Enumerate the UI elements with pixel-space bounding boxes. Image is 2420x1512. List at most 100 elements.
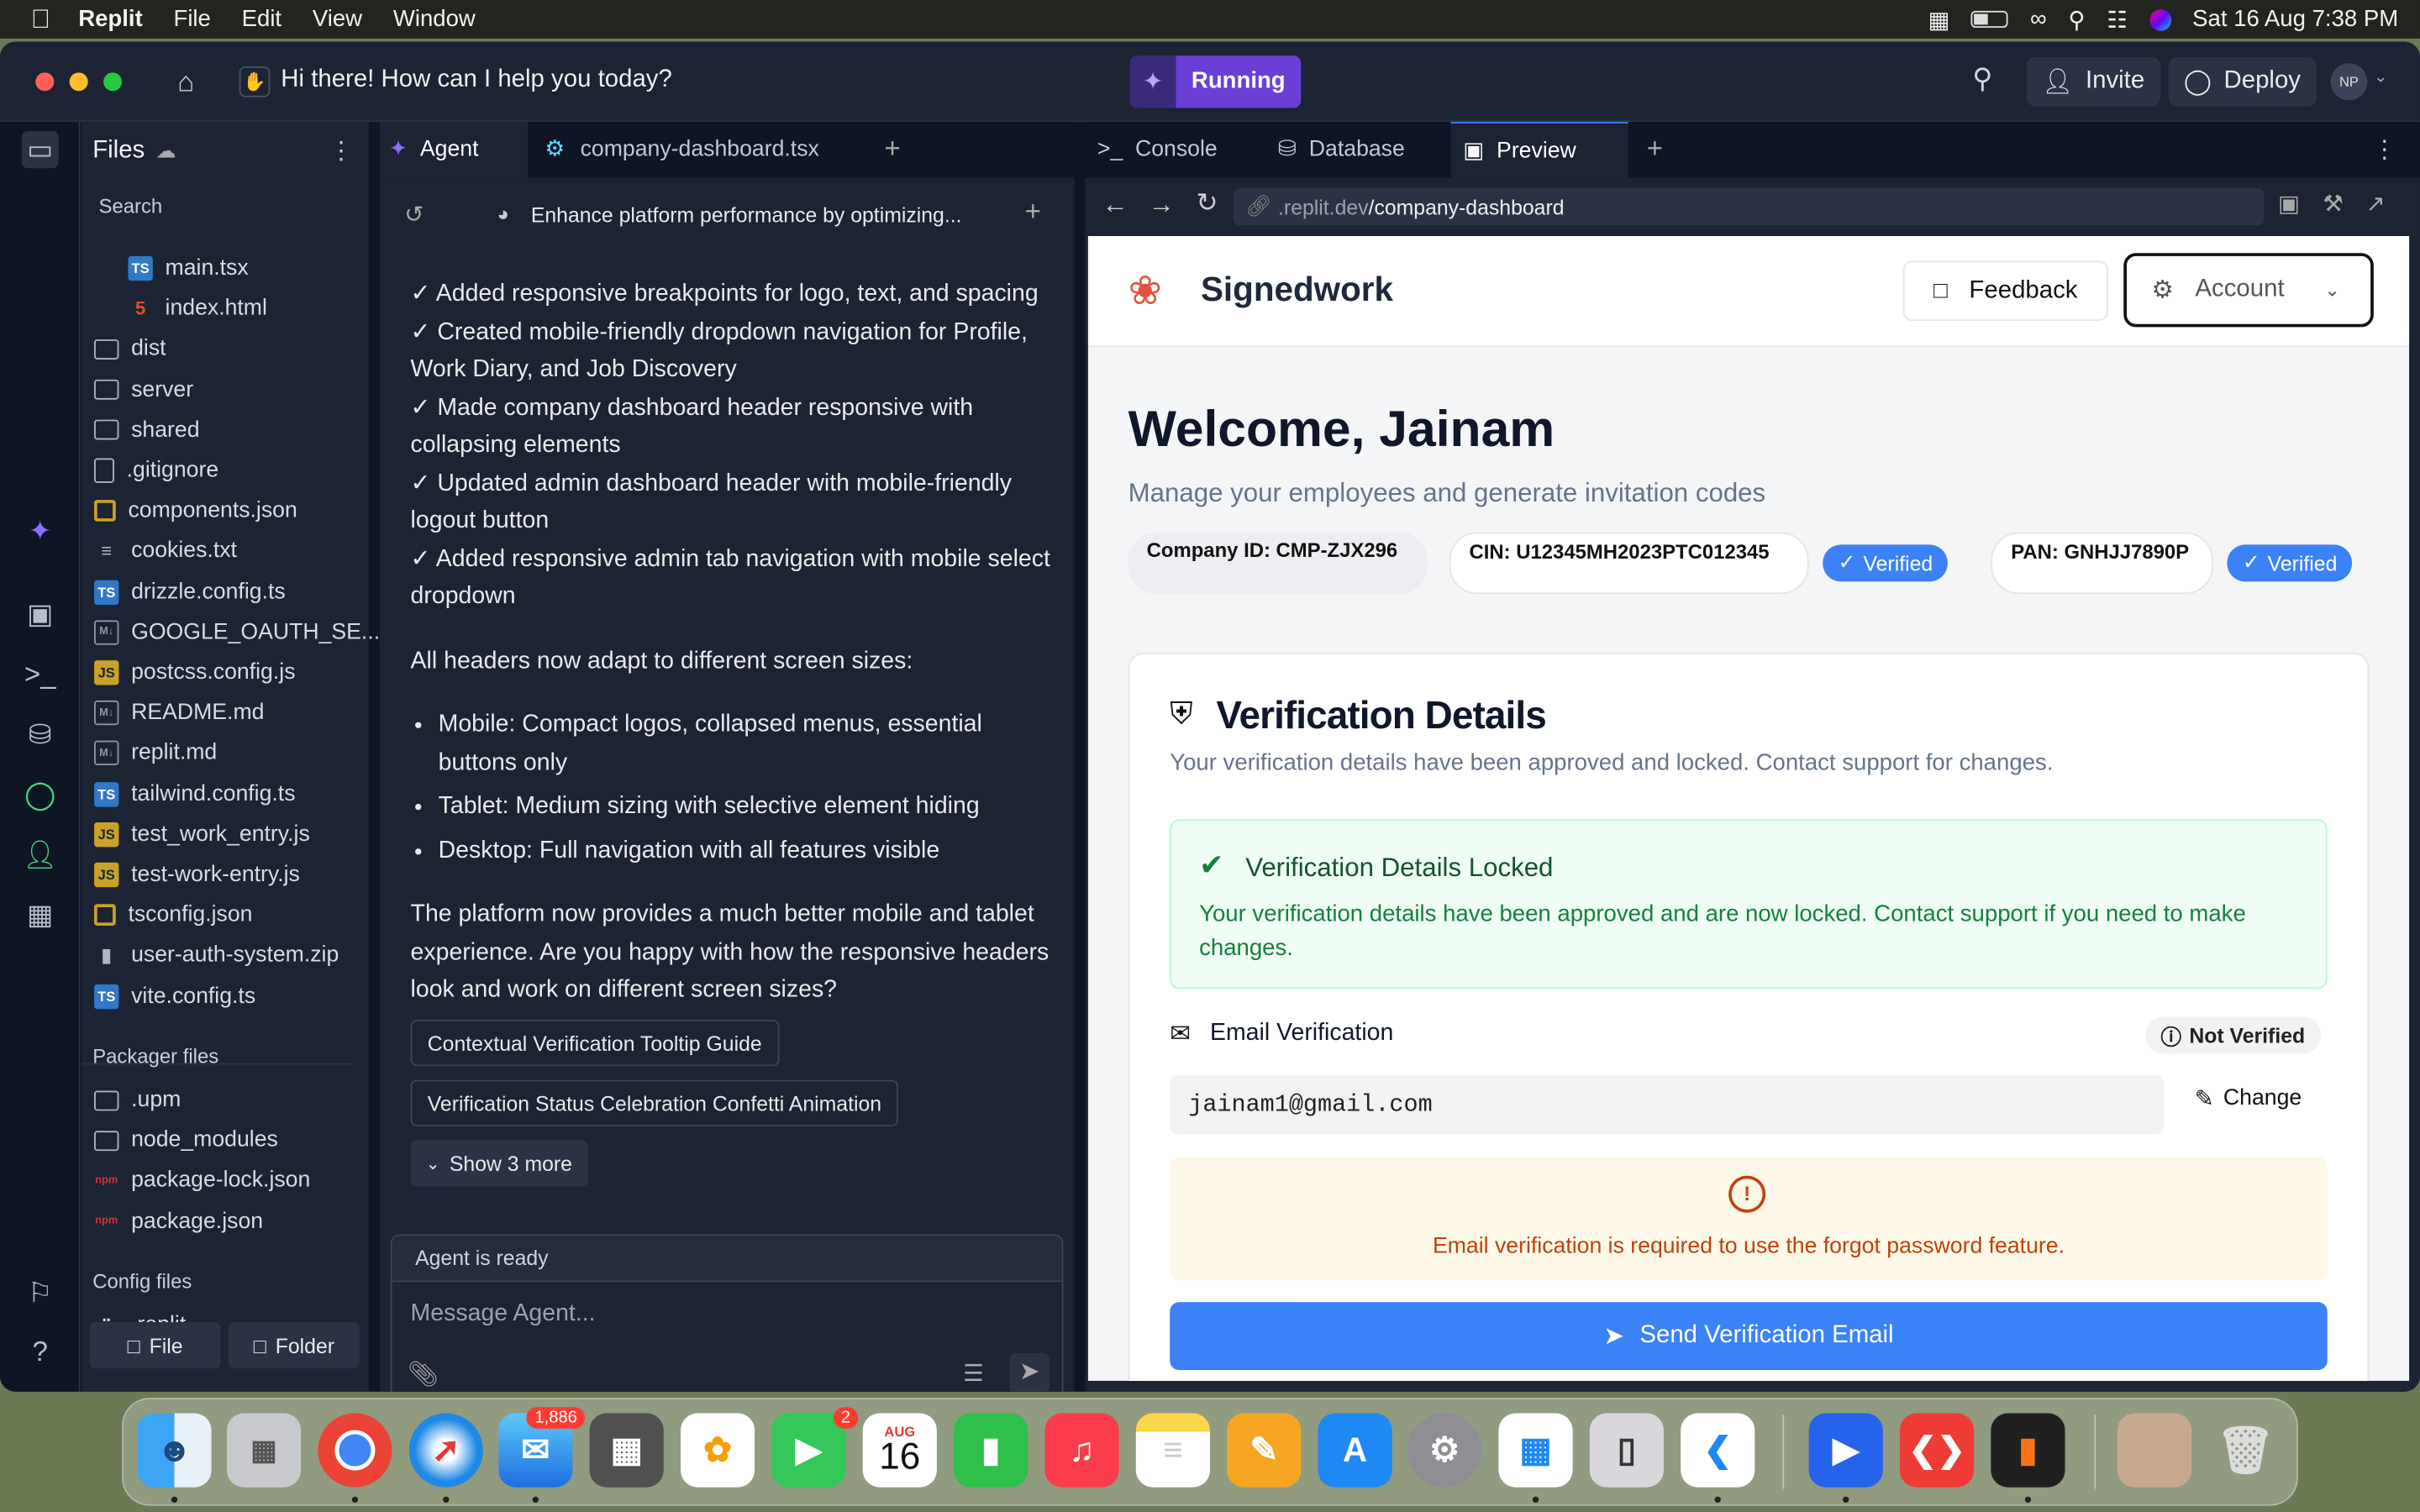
utility-app-icon[interactable]: ▮	[1991, 1413, 2065, 1488]
numbers-icon[interactable]: ▮	[954, 1413, 1028, 1488]
file-tree-item[interactable]: node_modules	[94, 1121, 278, 1161]
new-folder-button[interactable]: □ Folder	[228, 1322, 360, 1369]
new-tab-icon[interactable]: +	[1647, 133, 1663, 165]
file-tree-item[interactable]: components.json	[94, 491, 297, 531]
file-tree-item[interactable]: .upm	[94, 1080, 181, 1121]
file-tree-item[interactable]: npm package.json	[94, 1201, 263, 1242]
send-verification-button[interactable]: ➤ Send Verification Email	[1170, 1302, 2328, 1370]
menu-app-name[interactable]: Replit	[78, 6, 143, 32]
message-input[interactable]: Message Agent...	[392, 1282, 1062, 1347]
invite-button[interactable]: 👤︎ Invite	[2026, 56, 2160, 107]
user-avatar[interactable]: NP	[2330, 63, 2368, 101]
launchpad-icon[interactable]: ▦	[226, 1413, 302, 1488]
files-search-input[interactable]: Search	[89, 185, 350, 226]
facetime-icon[interactable]: ▶ 2	[771, 1407, 859, 1488]
file-tree-item[interactable]: M↓ GOOGLE_OAUTH_SE...	[94, 612, 380, 653]
anydesk-icon[interactable]: ❮❯	[1899, 1413, 1975, 1488]
thread-title[interactable]: Enhance platform performance by optimizi…	[531, 203, 962, 227]
mail-icon[interactable]: ✉ 1,886	[498, 1407, 586, 1488]
calculator-icon[interactable]: ▦	[589, 1413, 664, 1488]
minimize-window-button[interactable]	[69, 72, 88, 92]
open-new-window-icon[interactable]: ↗	[2366, 190, 2386, 218]
forward-arrow-icon[interactable]: →	[1149, 190, 1175, 221]
file-tree-item[interactable]: ≡ cookies.txt	[94, 532, 237, 572]
show-more-button[interactable]: ⌄ Show 3 more	[410, 1140, 588, 1187]
new-file-button[interactable]: □ File	[89, 1322, 221, 1369]
remote-desktop-icon[interactable]: ▶	[1808, 1413, 1883, 1488]
notes-icon[interactable]: ≡	[1135, 1413, 1210, 1488]
battery-icon[interactable]	[1971, 10, 2009, 29]
downloads-stack-icon[interactable]	[2117, 1413, 2192, 1488]
window-grid-icon[interactable]: ▦	[1928, 5, 1949, 33]
history-icon[interactable]: ↺	[404, 201, 424, 228]
suggestion-chip[interactable]: Verification Status Celebration Confetti…	[410, 1079, 899, 1126]
avatar-chevron-down-icon[interactable]: ⌄	[2374, 66, 2388, 87]
siri-icon[interactable]	[2149, 8, 2171, 30]
home-icon[interactable]: ⌂	[177, 66, 194, 99]
account-dropdown[interactable]: ⚙ Account ⌄	[2123, 253, 2374, 328]
deploy-button[interactable]: ◯ Deploy	[2168, 56, 2317, 107]
file-tree-item[interactable]: 5 index.html	[128, 289, 267, 329]
tab-company-dashboard[interactable]: ⚙ company-dashboard.tsx	[544, 122, 818, 177]
agent-prompt-text[interactable]: Hi there! How can I help you today?	[281, 66, 672, 94]
send-icon[interactable]: ➤	[1009, 1352, 1050, 1392]
devices-icon[interactable]: ▣	[2278, 190, 2300, 218]
control-center-icon[interactable]: ☷	[2107, 5, 2128, 33]
file-tree-item[interactable]: server	[94, 370, 193, 410]
system-settings-icon[interactable]: ⚙	[1407, 1413, 1482, 1488]
files-menu-icon[interactable]: ⋮	[329, 136, 353, 167]
tab-console[interactable]: >_ Console	[1097, 122, 1218, 177]
all-tools-icon[interactable]: ▦	[22, 896, 59, 933]
auth-icon[interactable]: 👤︎	[22, 836, 59, 873]
app-store-icon[interactable]: A	[1318, 1413, 1392, 1488]
preview-icon[interactable]: ▣	[22, 596, 59, 633]
new-thread-icon[interactable]: +	[1025, 196, 1041, 228]
close-window-button[interactable]	[35, 72, 55, 92]
file-tree-item[interactable]: TS main.tsx	[128, 249, 249, 289]
settings-sliders-icon[interactable]: ☰	[963, 1359, 984, 1387]
agent-icon[interactable]: ✦	[22, 512, 59, 549]
trash-icon[interactable]: 🗑︎	[2208, 1413, 2282, 1487]
finder-icon[interactable]: ☻	[137, 1413, 212, 1488]
email-field[interactable]: jainam1@gmail.com	[1170, 1075, 2165, 1134]
devtools-icon[interactable]: ⚒	[2323, 190, 2344, 218]
menu-view[interactable]: View	[313, 6, 362, 32]
run-button[interactable]: ✦ Running	[1129, 55, 1302, 108]
safari-icon[interactable]: ➚	[408, 1413, 483, 1488]
file-tree-item[interactable]: npm package-lock.json	[94, 1161, 310, 1201]
file-tree-item[interactable]: dist	[94, 329, 166, 370]
file-tree-item[interactable]: ▮ user-auth-system.zip	[94, 936, 339, 976]
pages-icon[interactable]: ✎	[1227, 1413, 1302, 1488]
url-input[interactable]: 🔗︎ .replit.dev /company-dashboard	[1233, 188, 2265, 226]
calendar-icon[interactable]: AUG 16	[862, 1413, 937, 1488]
file-tree-item[interactable]: JS test-work-entry.js	[94, 855, 300, 895]
file-tree-item[interactable]: M↓ replit.md	[94, 733, 217, 774]
deployments-icon[interactable]: ◯	[22, 776, 59, 813]
iphone-mirroring-icon[interactable]: ▯	[1589, 1413, 1664, 1488]
attach-icon[interactable]: 📎︎	[408, 1359, 439, 1390]
menu-file[interactable]: File	[173, 6, 210, 32]
change-email-button[interactable]: ✎ Change	[2195, 1084, 2302, 1112]
windows-app-icon[interactable]: ▦	[1498, 1413, 1573, 1488]
feedback-button[interactable]: □ Feedback	[1902, 260, 2108, 322]
file-tree-item[interactable]: TS tailwind.config.ts	[94, 774, 296, 814]
search-icon[interactable]: ⚲	[1972, 63, 1992, 96]
back-arrow-icon[interactable]: ←	[1102, 190, 1128, 221]
new-tab-icon[interactable]: +	[884, 133, 900, 165]
menubar-clock[interactable]: Sat 16 Aug 7:38 PM	[2192, 6, 2398, 32]
vscode-icon[interactable]: ❮	[1681, 1413, 1755, 1488]
help-icon[interactable]: ?	[22, 1333, 59, 1370]
chrome-icon[interactable]	[318, 1413, 392, 1488]
file-tree-item[interactable]: TS drizzle.config.ts	[94, 572, 286, 612]
tab-preview[interactable]: ▣ Preview	[1450, 122, 1628, 178]
console-icon[interactable]: >_	[22, 656, 59, 693]
spotlight-search-icon[interactable]: ⚲	[2068, 5, 2085, 33]
menu-edit[interactable]: Edit	[242, 6, 281, 32]
file-tree-item[interactable]: JS postcss.config.js	[94, 653, 296, 693]
suggestion-chip[interactable]: Contextual Verification Tooltip Guide	[410, 1020, 779, 1067]
file-tree-item[interactable]: tsconfig.json	[94, 895, 253, 936]
more-options-icon[interactable]: ⋮	[2372, 134, 2396, 165]
explorer-toggle-icon[interactable]: ▭	[21, 131, 59, 169]
photos-icon[interactable]: ✿	[680, 1413, 755, 1488]
music-icon[interactable]: ♫	[1044, 1413, 1119, 1488]
